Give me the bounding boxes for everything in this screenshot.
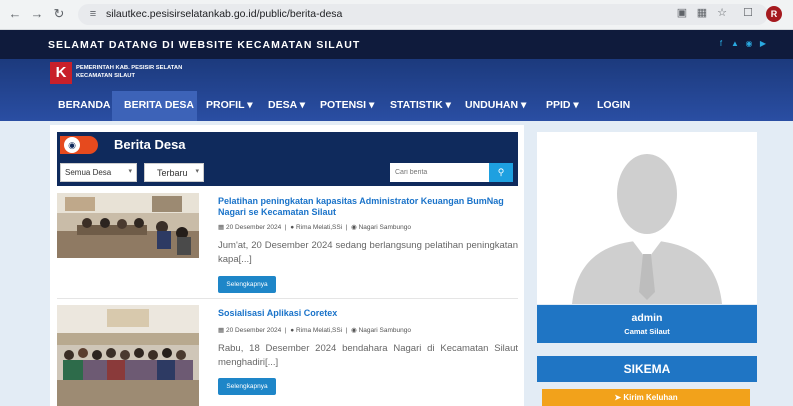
user-icon: ● <box>290 327 295 334</box>
extensions-icon[interactable]: ☐ <box>740 5 756 21</box>
post-location: Nagari Sambungo <box>358 327 411 334</box>
search-icon: ⚲ <box>497 167 505 177</box>
nav-profil[interactable]: PROFIL ▾ <box>206 99 253 111</box>
user-icon: ● <box>290 224 295 231</box>
send-complaint-label: Kirim Keluhan <box>623 393 678 402</box>
translate-icon[interactable]: ▦ <box>694 5 710 21</box>
send-complaint-button[interactable]: ➤ Kirim Keluhan <box>542 389 750 406</box>
post-author: Rima Melati,SSi <box>295 327 343 334</box>
reload-icon[interactable]: ↻ <box>52 7 66 21</box>
instagram-icon[interactable]: ◉ <box>744 39 754 49</box>
forward-icon[interactable]: → <box>30 7 44 21</box>
send-icon: ➤ <box>614 393 622 402</box>
post-author: Rima Melati,SSi <box>295 224 343 231</box>
chevron-down-icon: ▾ <box>128 168 132 175</box>
sort-value: Terbaru <box>157 168 188 178</box>
admin-role: Camat Silaut <box>624 327 670 336</box>
post-thumbnail[interactable] <box>57 305 199 406</box>
bookmark-star-icon[interactable]: ☆ <box>714 5 730 21</box>
post-date: 20 Desember 2024 <box>225 327 282 334</box>
welcome-text: SELAMAT DATANG DI WEBSITE KECAMATAN SILA… <box>48 39 361 51</box>
site-header: K PEMERINTAH KAB. PESISIR SELATAN KECAMA… <box>0 59 793 121</box>
url-text[interactable]: silautkec.pesisirselatankab.go.id/public… <box>106 8 342 20</box>
read-more-button[interactable]: Selengkapnya <box>218 378 276 395</box>
nav-desa[interactable]: DESA ▾ <box>268 99 305 111</box>
chevron-down-icon: ▾ <box>195 168 199 175</box>
site-logo[interactable]: K <box>50 62 72 84</box>
location-icon: ◉ <box>351 224 357 231</box>
logo-line-1: PEMERINTAH KAB. PESISIR SELATAN <box>76 65 183 71</box>
post-meta: ▦ 20 Desember 2024 | ● Rima Melati,SSi |… <box>218 327 411 334</box>
post-title[interactable]: Sosialisasi Aplikasi Coretex <box>218 308 518 319</box>
profile-photo-card <box>537 132 757 304</box>
search-input[interactable] <box>390 163 489 182</box>
post-excerpt: Jum'at, 20 Desember 2024 sedang berlangs… <box>218 240 518 265</box>
browser-toolbar: ← → ↻ ≡ silautkec.pesisirselatankab.go.i… <box>0 0 793 30</box>
nav-beranda[interactable]: BERANDA <box>58 99 111 111</box>
search-button[interactable]: ⚲ <box>489 163 513 182</box>
nav-statistik[interactable]: STATISTIK ▾ <box>390 99 451 111</box>
post-thumbnail[interactable] <box>57 193 199 258</box>
address-bar[interactable]: ≡ silautkec.pesisirselatankab.go.id/publ… <box>78 4 768 25</box>
calendar-icon: ▦ <box>218 327 225 334</box>
nav-login[interactable]: LOGIN <box>597 99 630 111</box>
profile-avatar[interactable]: R <box>766 6 782 22</box>
nav-unduhan[interactable]: UNDUHAN ▾ <box>465 99 526 111</box>
camera-icon: ◉ <box>64 137 80 153</box>
nav-berita-desa[interactable]: BERITA DESA <box>124 99 194 111</box>
logo-line-2: KECAMATAN SILAUT <box>76 73 136 79</box>
admin-name-box <box>537 305 757 343</box>
top-bar: SELAMAT DATANG DI WEBSITE KECAMATAN SILA… <box>0 30 793 59</box>
twitter-icon[interactable]: ▲ <box>730 39 740 49</box>
nav-ppid[interactable]: PPID ▾ <box>546 99 579 111</box>
post-divider <box>57 298 518 299</box>
youtube-icon[interactable]: ▶ <box>758 39 768 49</box>
post-location: Nagari Sambungo <box>358 224 411 231</box>
site-info-icon[interactable]: ≡ <box>86 7 100 21</box>
calendar-icon: ▦ <box>218 224 225 231</box>
sikema-heading: SIKEMA <box>537 356 757 382</box>
post-title[interactable]: Pelatihan peningkatan kapasitas Administ… <box>218 196 518 218</box>
avatar-placeholder <box>537 132 757 304</box>
post-meta: ▦ 20 Desember 2024 | ● Rima Melati,SSi |… <box>218 224 411 231</box>
nav-potensi[interactable]: POTENSI ▾ <box>320 99 374 111</box>
install-app-icon[interactable]: ▣ <box>674 5 690 21</box>
post-photo-meeting <box>57 193 199 258</box>
sort-select[interactable]: Terbaru ▾ <box>144 163 204 182</box>
desa-filter-select[interactable]: Semua Desa ▾ <box>60 163 137 182</box>
desa-filter-value: Semua Desa <box>65 168 112 177</box>
read-more-button[interactable]: Selengkapnya <box>218 276 276 293</box>
post-photo-group <box>57 305 199 406</box>
post-date: 20 Desember 2024 <box>225 224 282 231</box>
post-excerpt: Rabu, 18 Desember 2024 bendahara Nagari … <box>218 343 518 368</box>
location-icon: ◉ <box>351 327 357 334</box>
section-title: Berita Desa <box>114 137 186 152</box>
facebook-icon[interactable]: f <box>716 39 726 49</box>
admin-name: admin <box>631 312 663 324</box>
back-icon[interactable]: ← <box>8 7 22 21</box>
